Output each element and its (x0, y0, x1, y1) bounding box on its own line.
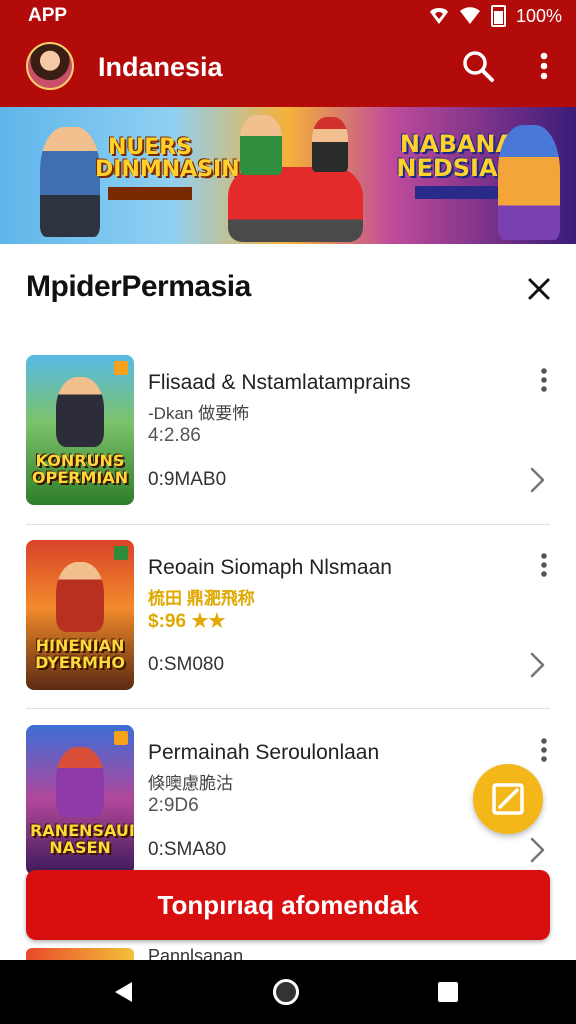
game-thumbnail: RANENSAUION NASEN (26, 725, 134, 875)
item-title: Permainah Seroulonlaan (148, 741, 380, 764)
fab-edit-button[interactable] (473, 764, 543, 834)
item-title: Flisaad & Nstamlatamprains (148, 371, 411, 394)
divider (26, 524, 550, 525)
nav-home-icon[interactable] (273, 979, 299, 1005)
banner-character-center (240, 115, 282, 175)
divider (26, 708, 550, 709)
item-rating: $:96 ★★ (148, 610, 225, 633)
item-size: 0:SM080 (148, 654, 225, 675)
banner-left-title-text: NUERS DINMNASIN (95, 135, 240, 182)
status-app-label: APP (28, 5, 68, 26)
section-title: MpiderPermasia (26, 270, 251, 303)
next-item-title-peek: Pannlsanan (148, 946, 244, 960)
nav-recent-icon[interactable] (438, 982, 458, 1002)
chevron-right-icon[interactable] (526, 650, 548, 680)
item-subtitle: -Dkan 做要怖 (148, 404, 250, 423)
banner-character-center-2 (312, 117, 348, 172)
banner-left-ribbon (108, 187, 192, 200)
vpn-shield-icon (429, 8, 448, 24)
item-subtitle: 倏噢慮脆沽 (148, 774, 233, 793)
item-rating: 2:9D6 (148, 795, 199, 816)
battery-level: 100% (515, 5, 562, 26)
item-more-icon[interactable] (534, 365, 554, 395)
thumbnail-badge (114, 361, 128, 375)
chevron-right-icon[interactable] (526, 835, 548, 865)
thumbnail-badge (114, 546, 128, 560)
thumbnail-character (56, 377, 104, 447)
next-item-thumbnail-peek (26, 948, 134, 960)
chevron-right-icon[interactable] (526, 465, 548, 495)
system-nav-bar (0, 960, 576, 1024)
rating-stars: ★★ (191, 611, 226, 632)
close-icon[interactable] (524, 274, 554, 304)
thumbnail-character (56, 562, 104, 632)
more-vert-icon[interactable] (530, 48, 558, 84)
item-more-icon[interactable] (534, 550, 554, 580)
item-size: 0:9MAB0 (148, 469, 227, 490)
item-title: Reoain Siomaph Nlsmaan (148, 556, 392, 579)
item-size: 0:SMA80 (148, 839, 227, 860)
primary-cta-button[interactable]: Tonpırıaq afomendak (26, 870, 550, 940)
thumbnail-label: HINENIAN DYERMHO (35, 636, 125, 673)
item-rating: 4:2.86 (148, 425, 201, 446)
banner-character-right (498, 125, 560, 240)
game-thumbnail: HINENIAN DYERMHO (26, 540, 134, 690)
edit-icon (492, 783, 524, 815)
list-item[interactable]: HINENIAN DYERMHO Reoain Siomaph Nlsmaan … (0, 540, 576, 710)
list-item[interactable]: KONRUNS OPERMIAN Flisaad & Nstamlatampra… (0, 355, 576, 525)
banner-right-ribbon (415, 186, 499, 199)
thumbnail-badge (114, 731, 128, 745)
nav-back-icon[interactable] (112, 980, 136, 1004)
battery-icon (490, 5, 506, 27)
wifi-icon (459, 7, 480, 24)
promo-banner[interactable]: NUERS DINMNASIN NABANA NEDSIAN (0, 107, 576, 244)
thumbnail-label: RANENSAUION NASEN (30, 821, 134, 858)
search-icon[interactable] (460, 48, 496, 84)
item-more-icon[interactable] (534, 735, 554, 765)
game-thumbnail: KONRUNS OPERMIAN (26, 355, 134, 505)
status-bar: APP 100% (0, 0, 576, 32)
app-title: Indanesia (98, 52, 223, 82)
thumbnail-label: KONRUNS OPERMIAN (31, 451, 129, 488)
app-header: APP 100% Indanesia (0, 0, 576, 107)
app-bar: Indanesia (0, 32, 576, 107)
item-subtitle: 梳田 鼎淝飛称 (148, 589, 255, 608)
item-rating-value: $:96 (148, 611, 187, 632)
banner-left-title: NUERS DINMNASIN (95, 137, 240, 200)
status-icons: 100% (429, 5, 562, 27)
avatar[interactable] (26, 42, 74, 90)
thumbnail-character (56, 747, 104, 817)
banner-character-left (40, 127, 100, 237)
banner-car (228, 167, 363, 242)
